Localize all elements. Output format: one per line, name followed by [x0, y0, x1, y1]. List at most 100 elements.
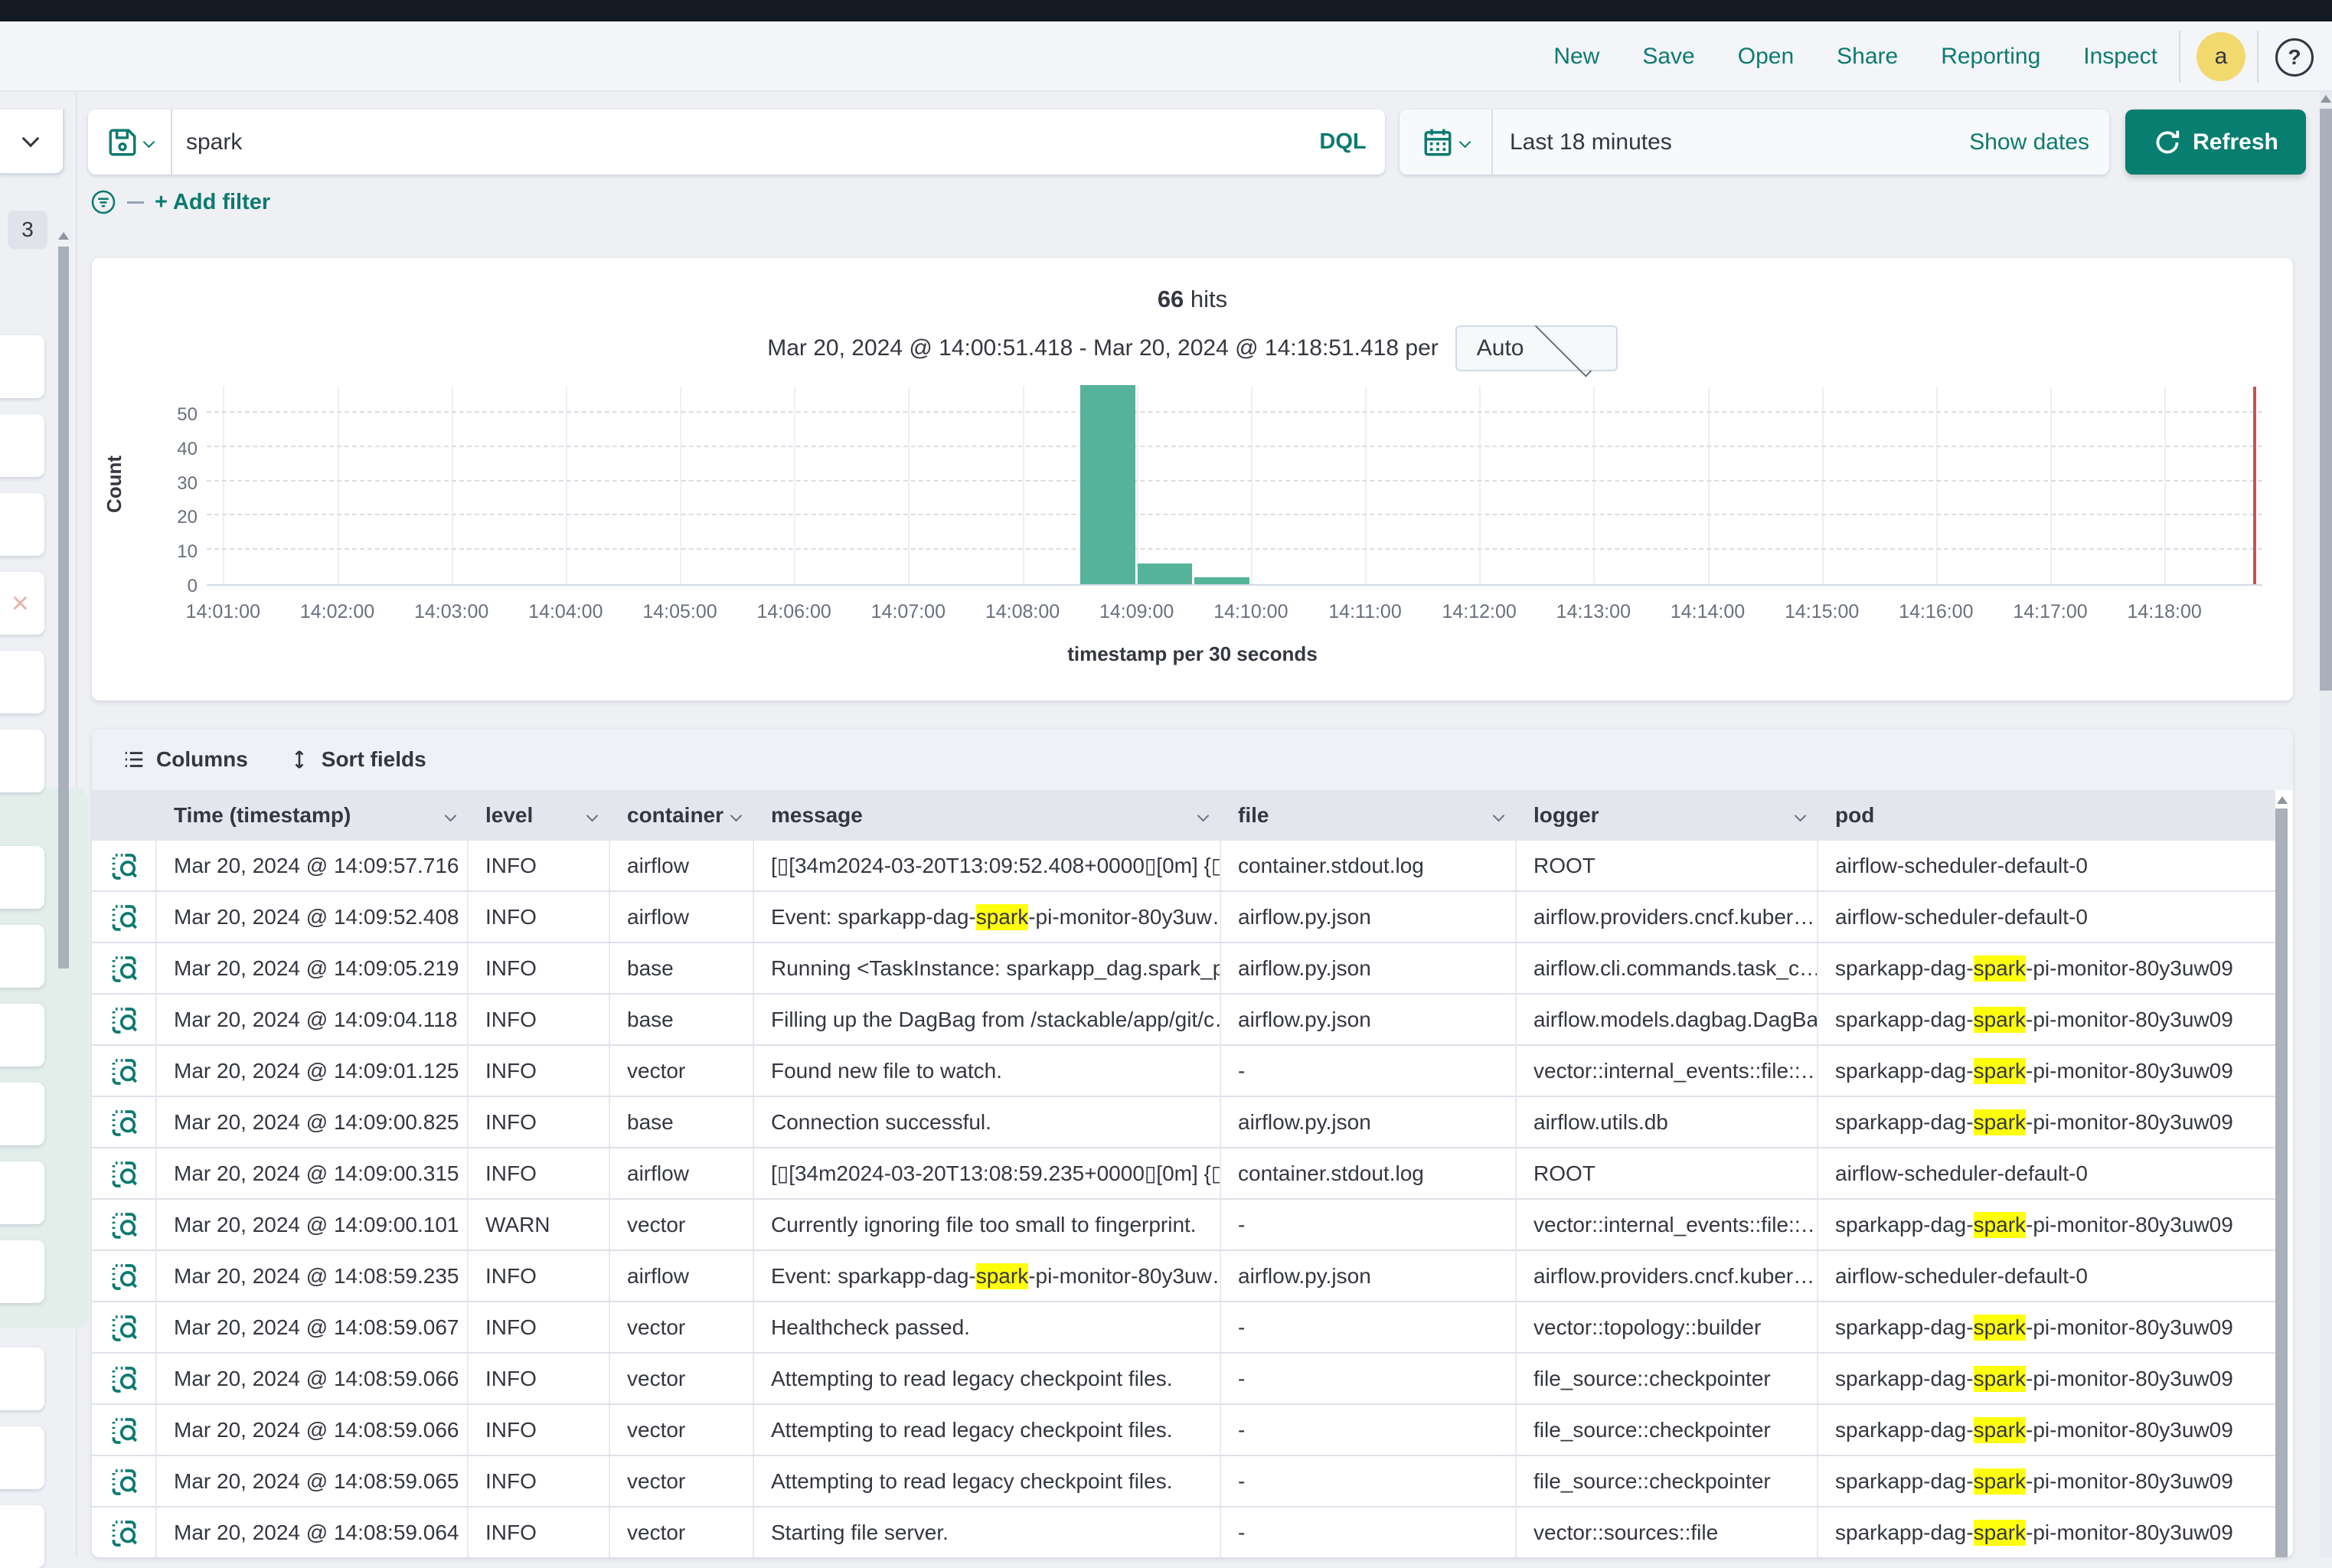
cell-logger: vector::internal_events::file::… — [1517, 1046, 1818, 1096]
expand-document-button[interactable] — [92, 892, 157, 942]
table-header-row: Time (timestamp)level container messagefil… — [92, 790, 2275, 841]
cell-level: INFO — [469, 1302, 610, 1352]
calendar-menu-button[interactable] — [1400, 109, 1493, 175]
query-language-button[interactable]: DQL — [1301, 129, 1385, 155]
cell-message: Currently ignoring file too small to fin… — [754, 1200, 1221, 1250]
x-tick-label: 14:01:00 — [186, 601, 260, 623]
sort-fields-button[interactable]: Sort fields — [288, 747, 426, 772]
expand-document-button[interactable] — [92, 943, 157, 993]
expand-document-button[interactable] — [92, 1508, 157, 1557]
cell-container: vector — [610, 1508, 754, 1557]
nav-open[interactable]: Open — [1738, 44, 1794, 70]
sidebar-field-card[interactable] — [0, 730, 44, 792]
chevron-down-icon — [1493, 809, 1505, 822]
search-input[interactable]: spark — [172, 129, 1301, 155]
cell-level: INFO — [469, 1508, 610, 1557]
expand-document-button[interactable] — [92, 1251, 157, 1301]
help-icon[interactable]: ? — [2275, 38, 2314, 77]
inspect-document-icon — [109, 1363, 139, 1395]
column-header-file[interactable]: file — [1221, 790, 1517, 841]
cell-message: Connection successful. — [754, 1097, 1221, 1147]
sidebar-field-card[interactable] — [0, 1240, 44, 1303]
saved-query-menu-button[interactable] — [88, 109, 172, 175]
cell-message: Filling up the DagBag from /stackable/ap… — [754, 995, 1221, 1044]
expand-document-button[interactable] — [92, 1302, 157, 1352]
x-tick-label: 14:14:00 — [1671, 601, 1745, 623]
expand-document-button[interactable] — [92, 841, 157, 890]
x-tick-label: 14:13:00 — [1556, 601, 1631, 623]
cell-level: INFO — [469, 1148, 610, 1198]
column-header-label: container — [627, 803, 723, 828]
table-scrollbar[interactable] — [2275, 808, 2288, 1557]
refresh-button[interactable]: Refresh — [2125, 109, 2306, 175]
chevron-down-icon — [1197, 809, 1210, 822]
nav-new[interactable]: New — [1553, 44, 1599, 70]
expand-document-button[interactable] — [92, 1354, 157, 1403]
nav-share[interactable]: Share — [1837, 44, 1898, 70]
interval-select[interactable]: Auto — [1455, 325, 1618, 371]
sidebar-field-card[interactable] — [0, 1083, 44, 1145]
expand-document-button[interactable] — [92, 995, 157, 1044]
filter-icon[interactable] — [90, 189, 116, 215]
column-header-label: pod — [1835, 803, 1874, 828]
y-tick-label: 0 — [113, 576, 198, 597]
column-header-level[interactable]: level — [469, 790, 610, 841]
expand-document-button[interactable] — [92, 1200, 157, 1250]
expand-document-button[interactable] — [92, 1097, 157, 1147]
vertical-gridline — [1023, 387, 1024, 584]
cell-pod: sparkapp-dag-spark-pi-monitor-80y3uw09 — [1818, 1302, 2275, 1352]
histogram-bar[interactable] — [1138, 564, 1193, 584]
cell-pod: airflow-scheduler-default-0 — [1818, 892, 2275, 942]
sidebar-field-card[interactable] — [0, 925, 44, 988]
expand-document-button[interactable] — [92, 1046, 157, 1096]
add-filter-button[interactable]: + Add filter — [155, 190, 270, 215]
expand-document-button[interactable] — [92, 1456, 157, 1506]
column-header-time[interactable]: Time (timestamp) — [157, 790, 469, 841]
sidebar-scroll-up-arrow-icon[interactable] — [58, 232, 69, 240]
histogram-bar[interactable] — [1080, 385, 1135, 584]
remove-field-icon[interactable]: × — [11, 586, 29, 621]
sidebar-field-card[interactable] — [0, 335, 44, 398]
columns-button[interactable]: Columns — [122, 747, 248, 772]
vertical-gridline — [223, 387, 224, 584]
sidebar-field-card[interactable] — [0, 1426, 44, 1489]
column-header-pod[interactable]: pod — [1818, 790, 2275, 841]
avatar[interactable]: a — [2196, 32, 2245, 81]
sidebar-field-card[interactable]: × — [0, 572, 44, 635]
cell-pod: sparkapp-dag-spark-pi-monitor-80y3uw09 — [1818, 1097, 2275, 1147]
table-toolbar: Columns Sort fields — [92, 729, 2293, 790]
nav-inspect[interactable]: Inspect — [2083, 44, 2157, 70]
table-scroll-up-arrow-icon[interactable] — [2277, 796, 2288, 804]
x-tick-label: 14:17:00 — [2013, 601, 2087, 623]
time-range-subtitle: Mar 20, 2024 @ 14:00:51.418 - Mar 20, 20… — [767, 335, 1439, 361]
show-dates-link[interactable]: Show dates — [1969, 129, 2109, 155]
sidebar-field-card[interactable] — [0, 651, 44, 714]
chevron-down-icon — [445, 809, 457, 822]
sidebar-field-card[interactable] — [0, 493, 44, 556]
histogram-bar[interactable] — [1194, 577, 1249, 584]
sidebar-scrollbar[interactable] — [58, 247, 69, 969]
nav-reporting[interactable]: Reporting — [1941, 44, 2040, 70]
hits-label: hits — [1190, 286, 1227, 312]
sidebar-field-card[interactable] — [0, 1161, 44, 1224]
time-range-value[interactable]: Last 18 minutes — [1493, 129, 1969, 155]
sidebar-field-card[interactable] — [0, 1348, 44, 1410]
expand-document-button[interactable] — [92, 1405, 157, 1455]
page-scroll-up-arrow-icon[interactable] — [2321, 95, 2331, 103]
vertical-gridline — [794, 387, 795, 584]
sidebar-field-card[interactable] — [0, 1505, 44, 1568]
sidebar-field-card[interactable] — [0, 846, 44, 909]
histogram-plot[interactable] — [207, 387, 2262, 586]
sidebar-collapse-button[interactable] — [0, 109, 64, 175]
cell-time: Mar 20, 2024 @ 14:09:52.408 — [157, 892, 469, 942]
page-scrollbar[interactable] — [2320, 109, 2332, 691]
table-row: Mar 20, 2024 @ 14:09:00.101WARNvectorCur… — [92, 1200, 2275, 1251]
sidebar-field-card[interactable] — [0, 414, 44, 477]
cell-time: Mar 20, 2024 @ 14:09:00.315 — [157, 1148, 469, 1198]
column-header-container[interactable]: container — [610, 790, 754, 841]
column-header-logger[interactable]: logger — [1517, 790, 1818, 841]
expand-document-button[interactable] — [92, 1148, 157, 1198]
nav-save[interactable]: Save — [1642, 44, 1694, 70]
column-header-message[interactable]: message — [754, 790, 1221, 841]
sidebar-field-card[interactable] — [0, 1004, 44, 1067]
